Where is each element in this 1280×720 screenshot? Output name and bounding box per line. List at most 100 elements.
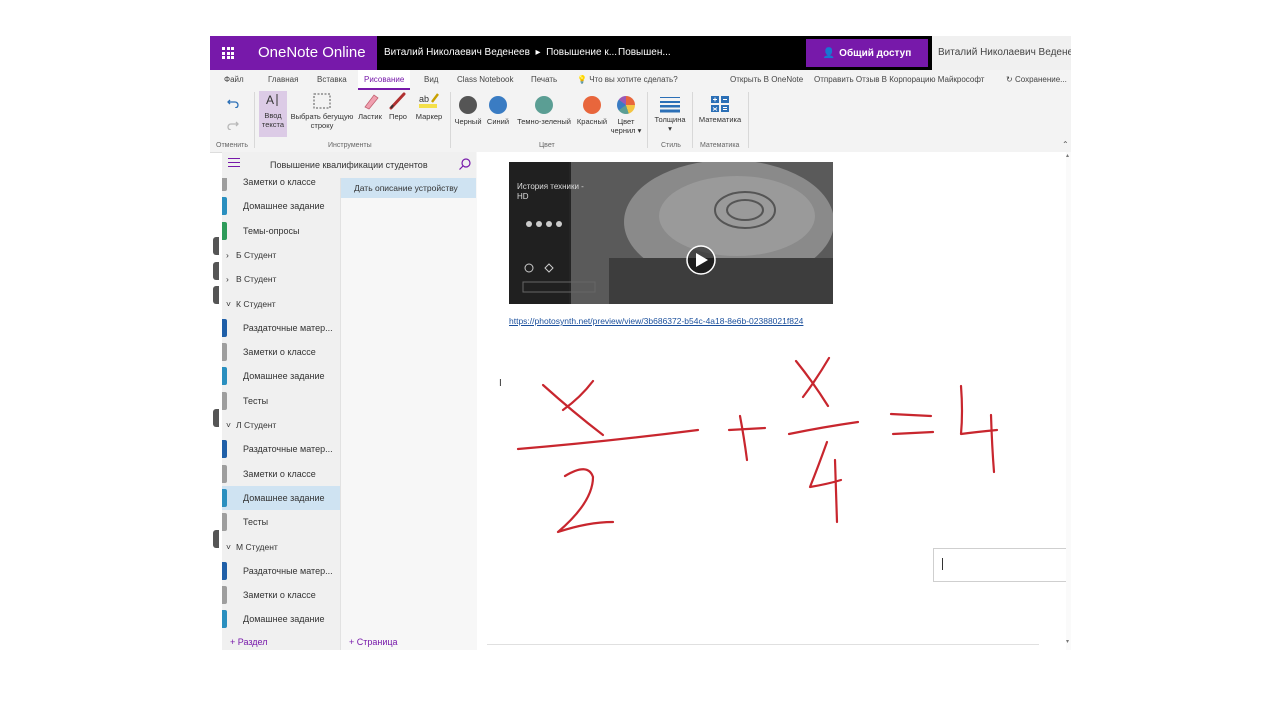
eraser-button[interactable]: Ластик: [356, 92, 384, 121]
vertical-scrollbar[interactable]: ▴ ▾: [1066, 152, 1071, 650]
search-icon[interactable]: [458, 157, 472, 171]
section-item[interactable]: Тесты: [222, 510, 340, 534]
app-name[interactable]: OneNote Online: [246, 36, 377, 70]
breadcrumb-notebook[interactable]: Повышение к...: [546, 47, 617, 58]
embedded-video[interactable]: История техники - HD: [509, 162, 833, 304]
tab-file[interactable]: Файл: [224, 70, 244, 90]
svg-text:ab: ab: [419, 94, 429, 104]
section-item[interactable]: Домашнее задание: [222, 364, 340, 388]
plus-icon: +: [349, 637, 357, 647]
user-name[interactable]: Виталий Николаевич Веденеев: [932, 36, 1071, 70]
feedback-link[interactable]: Отправить Отзыв В Корпорацию Майкрософт: [814, 70, 984, 90]
breadcrumb-owner[interactable]: Виталий Николаевич Веденеев: [384, 47, 530, 58]
section-item[interactable]: Темы-опросы: [222, 219, 340, 243]
add-section-button[interactable]: + Раздел: [222, 634, 340, 650]
section-group[interactable]: ˅ Л Студент: [222, 413, 340, 437]
section-item[interactable]: Тесты: [222, 389, 340, 413]
tab-insert[interactable]: Вставка: [317, 70, 347, 90]
section-item[interactable]: Заметки о классе: [222, 462, 340, 486]
collapsed-group-marker: [213, 530, 219, 548]
tab-draw[interactable]: Рисование: [358, 70, 411, 90]
undo-button[interactable]: [226, 96, 240, 110]
section-label: Тесты: [243, 517, 269, 528]
tab-class-notebook[interactable]: Class Notebook: [457, 70, 513, 90]
section-item[interactable]: Заметки о классе: [222, 583, 340, 607]
section-label: Раздаточные матер...: [243, 565, 333, 576]
undo-icon: [227, 99, 239, 109]
text-input-label-1: Ввод: [264, 111, 282, 120]
marker-button[interactable]: ab Маркер: [413, 92, 445, 121]
pen-button[interactable]: Перо: [386, 92, 410, 121]
section-item[interactable]: Раздаточные матер...: [222, 559, 340, 583]
breadcrumb[interactable]: Виталий Николаевич Веденеев ▸ Повышение …: [384, 36, 617, 70]
section-group-label: Л Студент: [236, 420, 277, 430]
svg-text:A: A: [266, 93, 274, 107]
redo-button[interactable]: [226, 118, 240, 132]
open-in-onenote-link[interactable]: Открыть В OneNote: [730, 70, 803, 90]
section-color-tab: [222, 488, 227, 507]
tab-home[interactable]: Главная: [268, 70, 298, 90]
page-item[interactable]: Дать описание устройству: [341, 178, 476, 198]
text-input-button[interactable]: A Ввод текста: [259, 91, 287, 137]
color-dark-green-button[interactable]: Темно-зеленый: [513, 96, 575, 126]
color-red-label: Красный: [576, 117, 608, 126]
collapsed-group-marker: [213, 409, 219, 427]
section-color-tab: [222, 440, 227, 459]
section-label: Домашнее задание: [243, 201, 325, 212]
handwritten-equation: [516, 356, 999, 534]
ribbon-separator: [692, 92, 693, 148]
section-item[interactable]: Раздаточные матер...: [222, 316, 340, 340]
thickness-dropdown[interactable]: Толщина ▾: [652, 95, 688, 133]
section-item[interactable]: Домашнее задание: [222, 485, 340, 510]
section-item[interactable]: Домашнее задание: [222, 607, 340, 631]
lasso-select-button[interactable]: Выбрать бегущую строку: [288, 92, 356, 130]
add-page-button[interactable]: + Страница: [341, 634, 476, 650]
section-item[interactable]: Заметки о классе: [222, 340, 340, 364]
tab-print[interactable]: Печать: [531, 70, 557, 90]
math-button[interactable]: Математика: [696, 95, 744, 124]
pen-icon: [389, 92, 406, 110]
color-blue-swatch: [489, 96, 507, 114]
app-launcher-icon[interactable]: [210, 36, 246, 70]
eraser-label: Ластик: [358, 112, 382, 121]
scroll-up-icon[interactable]: ▴: [1066, 152, 1069, 159]
page-canvas[interactable]: История техники - HD https://photosynth.…: [477, 152, 1071, 650]
scroll-down-icon[interactable]: ▾: [1066, 638, 1069, 645]
section-group-label: К Студент: [236, 298, 276, 309]
section-color-tab: [222, 561, 227, 580]
section-color-tab: [222, 610, 227, 629]
share-person-icon: 👤: [822, 47, 836, 59]
tab-view[interactable]: Вид: [424, 70, 438, 90]
play-button[interactable]: [686, 246, 716, 276]
ribbon-separator: [748, 92, 749, 148]
share-button[interactable]: 👤 Общий доступ: [806, 39, 928, 67]
color-blue-button[interactable]: Синий: [485, 96, 511, 126]
line-thickness-icon: [660, 97, 680, 113]
section-group[interactable]: ˅ К Студент: [222, 292, 340, 316]
color-dark-green-swatch: [535, 96, 553, 114]
ink-color-dropdown[interactable]: Цвет чернил ▾: [610, 96, 642, 135]
collapse-ribbon-icon[interactable]: ⌃: [1062, 140, 1069, 149]
hamburger-menu-icon[interactable]: [228, 158, 240, 167]
section-group[interactable]: ˅ М Студент: [222, 535, 340, 559]
lasso-label-2: строку: [310, 121, 334, 130]
breadcrumb-section[interactable]: Повышен...: [618, 36, 671, 70]
color-red-button[interactable]: Красный: [574, 96, 610, 126]
top-bar: OneNote Online Виталий Николаевич Ведене…: [210, 36, 1071, 70]
text-container[interactable]: [933, 548, 1069, 582]
undo-group-label: Отменить: [216, 142, 248, 149]
notebook-title[interactable]: Повышение квалификации студентов: [270, 160, 428, 170]
section-item[interactable]: Домашнее задание: [222, 194, 340, 218]
section-label: Тесты: [243, 395, 269, 406]
section-group[interactable]: › Б Студент: [222, 243, 340, 267]
tell-me-box[interactable]: 💡 Что вы хотите сделать?: [577, 70, 678, 90]
section-group[interactable]: › В Студент: [222, 267, 340, 291]
color-black-swatch: [459, 96, 477, 114]
draw-ribbon: Отменить A Ввод текста Выбрать бегущую с…: [210, 90, 1071, 153]
section-item[interactable]: Раздаточные матер...: [222, 437, 340, 461]
math-symbols-icon: [711, 96, 729, 112]
color-black-button[interactable]: Черный: [453, 96, 483, 126]
photosynth-link[interactable]: https://photosynth.net/preview/view/3b68…: [509, 316, 803, 326]
section-color-tab: [222, 221, 227, 240]
collapsed-group-marker: [213, 262, 219, 280]
